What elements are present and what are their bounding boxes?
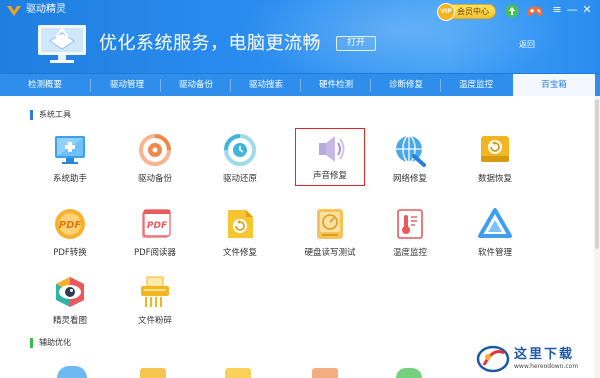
tool-image-viewer[interactable]: 精灵看图 bbox=[35, 274, 105, 336]
tool-driver-restore[interactable]: 驱动还原 bbox=[205, 132, 275, 194]
tool-file-repair[interactable]: 文件修复 bbox=[205, 206, 275, 268]
partial-tool-icon bbox=[225, 368, 251, 378]
partial-tool-icon bbox=[396, 368, 422, 378]
tool-label: 驱动还原 bbox=[222, 174, 257, 184]
gamepad-icon[interactable] bbox=[526, 4, 544, 18]
file-repair-icon bbox=[228, 210, 253, 238]
tab-divider bbox=[160, 79, 161, 92]
tool-label: PDF阅读器 bbox=[133, 248, 177, 258]
watermark-url: www.hereodown.com bbox=[514, 363, 579, 370]
upgrade-icon[interactable] bbox=[505, 4, 519, 18]
section-marker bbox=[30, 338, 33, 348]
tab-divider bbox=[300, 79, 301, 92]
tab-divider bbox=[370, 79, 371, 92]
tab-divider bbox=[230, 79, 231, 92]
tool-label: 文件粉碎 bbox=[137, 316, 172, 326]
tool-label: PDF转换 bbox=[53, 248, 87, 258]
tool-label: 软件管理 bbox=[477, 248, 512, 258]
watermark-logo-icon bbox=[476, 345, 510, 373]
tool-file-shredder[interactable]: 文件粉碎 bbox=[120, 274, 190, 336]
tool-sound-repair[interactable]: 声音修复 bbox=[295, 128, 365, 186]
section-title-auxiliary-optimize: 辅助优化 bbox=[39, 338, 71, 347]
menu-icon[interactable]: ≡ bbox=[551, 3, 563, 17]
tab-driver-backup[interactable]: 驱动备份 bbox=[162, 74, 230, 97]
tool-label: 网络修复 bbox=[392, 174, 427, 184]
crown-icon: VIP bbox=[437, 3, 455, 21]
watermark: 这里下载 www.hereodown.com bbox=[474, 341, 592, 377]
tab-toolbox[interactable]: 百宝箱 bbox=[513, 74, 595, 97]
back-link[interactable]: 返回 bbox=[519, 39, 535, 50]
tab-driver-search[interactable]: 驱动搜索 bbox=[232, 74, 300, 97]
tab-hardware-detect[interactable]: 硬件检测 bbox=[302, 74, 370, 97]
close-icon[interactable]: ✕ bbox=[581, 3, 593, 17]
vip-center-label: 会员中心 bbox=[457, 7, 489, 16]
tool-label: 温度监控 bbox=[392, 248, 427, 258]
partial-tool-icon bbox=[140, 368, 166, 378]
scrollbar-thumb[interactable] bbox=[595, 99, 599, 249]
logo-icon bbox=[7, 6, 21, 16]
driver-backup-icon bbox=[139, 134, 171, 166]
tool-pdf-reader[interactable]: PDF PDF阅读器 bbox=[120, 206, 190, 268]
tool-data-recovery[interactable]: 数据恢复 bbox=[460, 132, 530, 194]
partial-tool-icon bbox=[57, 366, 87, 378]
tool-label: 声音修复 bbox=[312, 171, 347, 181]
tool-temperature-monitor[interactable]: 温度监控 bbox=[375, 206, 445, 268]
tab-temperature[interactable]: 温度监控 bbox=[442, 74, 510, 97]
banner-text: 优化系统服务，电脑更流畅 bbox=[99, 33, 321, 54]
minimize-icon[interactable]: — bbox=[566, 3, 578, 17]
tab-divider bbox=[90, 79, 91, 92]
section-marker bbox=[30, 110, 33, 120]
svg-text:PDF: PDF bbox=[59, 220, 82, 231]
tool-label: 文件修复 bbox=[222, 248, 257, 258]
svg-text:PDF: PDF bbox=[147, 221, 168, 231]
tool-system-assistant[interactable]: 系统助手 bbox=[35, 132, 105, 194]
tool-label: 系统助手 bbox=[52, 174, 87, 184]
tool-software-manager[interactable]: 软件管理 bbox=[460, 206, 530, 268]
network-repair-icon bbox=[396, 135, 426, 167]
tab-divider bbox=[440, 79, 441, 92]
section-title-system-tools: 系统工具 bbox=[39, 110, 71, 119]
system-assistant-icon bbox=[55, 136, 85, 164]
tool-network-repair[interactable]: 网络修复 bbox=[375, 132, 445, 194]
image-viewer-icon bbox=[56, 277, 84, 307]
tool-label: 数据恢复 bbox=[477, 174, 512, 184]
monitor-illustration-icon bbox=[38, 25, 86, 63]
file-shredder-icon bbox=[141, 276, 169, 307]
vip-center-button[interactable]: VIP 会员中心 bbox=[437, 3, 496, 21]
toolbox-panel: 系统工具 系统助手 驱动备份 驱动还原 声音修复 网络修复 数据恢复 PDF P… bbox=[0, 96, 600, 378]
sound-repair-icon bbox=[319, 136, 345, 162]
header: 驱动精灵 优化系统服务，电脑更流畅 打开 返回 VIP 会员中心 ≡ — ✕ bbox=[0, 0, 600, 73]
tool-disk-test[interactable]: 硬盘读写测试 bbox=[290, 206, 370, 268]
data-recovery-icon bbox=[481, 136, 509, 162]
partial-tool-icon bbox=[312, 368, 338, 378]
app-title: 驱动精灵 bbox=[26, 4, 66, 15]
disk-test-icon bbox=[317, 209, 343, 239]
tab-driver-manage[interactable]: 驱动管理 bbox=[92, 74, 162, 97]
tool-label: 精灵看图 bbox=[52, 316, 87, 326]
software-manager-icon bbox=[478, 208, 512, 238]
tool-pdf-convert[interactable]: PDF PDF转换 bbox=[35, 206, 105, 268]
open-button[interactable]: 打开 bbox=[336, 36, 376, 51]
temperature-icon bbox=[397, 209, 423, 239]
tool-driver-backup[interactable]: 驱动备份 bbox=[120, 132, 190, 194]
driver-restore-icon bbox=[224, 134, 256, 166]
watermark-text: 这里下载 bbox=[514, 347, 575, 362]
tool-label: 硬盘读写测试 bbox=[304, 248, 356, 258]
tab-bar: 检测概要 驱动管理 驱动备份 驱动搜索 硬件检测 诊断修复 温度监控 百宝箱 bbox=[0, 73, 600, 97]
pdf-convert-icon: PDF bbox=[55, 209, 85, 239]
app-window: 驱动精灵 优化系统服务，电脑更流畅 打开 返回 VIP 会员中心 ≡ — ✕ 检… bbox=[0, 0, 600, 378]
tab-diagnose-repair[interactable]: 诊断修复 bbox=[372, 74, 440, 97]
pdf-reader-icon: PDF bbox=[142, 209, 171, 238]
tab-detect-summary[interactable]: 检测概要 bbox=[8, 74, 82, 97]
tool-label: 驱动备份 bbox=[137, 174, 172, 184]
